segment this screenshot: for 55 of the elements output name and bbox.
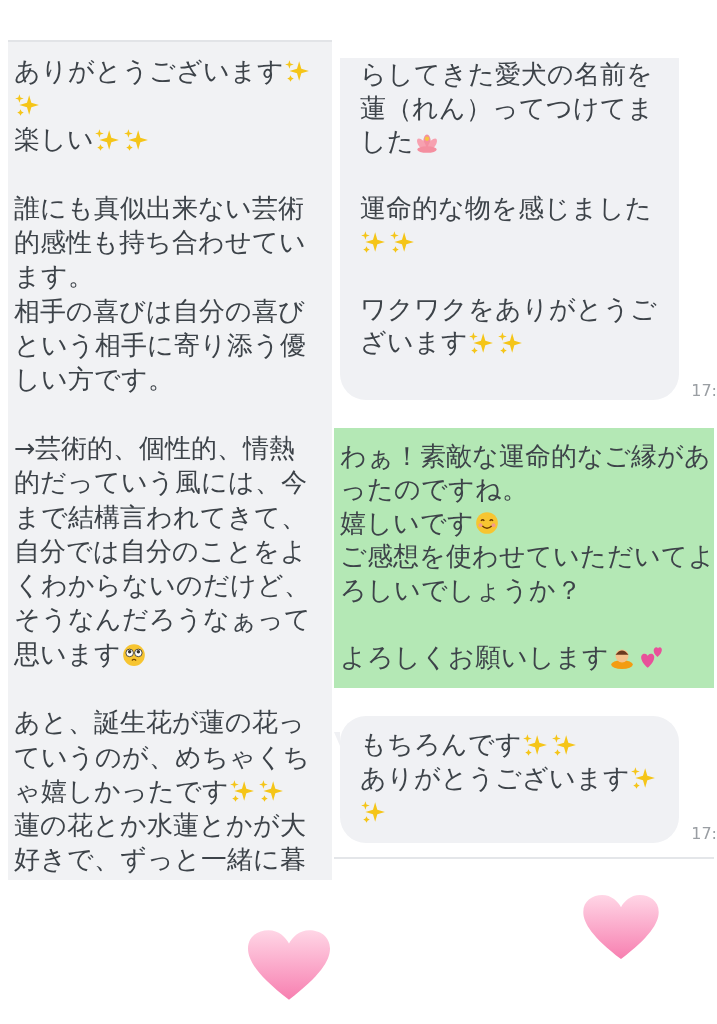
message-text: 思います [14,637,121,671]
message-text: ありがとうございます [360,761,630,795]
message-text: ゃ嬉しかったです [14,774,229,808]
two-hearts-icon [638,644,664,671]
message-text: 楽しい [14,123,94,157]
message-text: らしてきた愛犬の名前を [360,58,653,92]
message-text: ざいます [360,326,468,360]
message-text: そうなんだろうなぁって [14,603,311,637]
message-text: 的だっていう風には、今 [14,466,307,500]
message-text: ありがとうございます [14,54,284,88]
message-text: ます。 [14,260,94,294]
message-time: 17: [691,823,717,843]
sparkles-icon [389,229,415,256]
message-text: ていうのが、めちゃくち [14,740,310,774]
message-time: 17: [691,380,717,400]
message-text: ろしいでしょうか？ [340,573,582,607]
message-text: 運命的な物を感じました [360,192,652,226]
smiling-face-icon [474,510,500,537]
message-text: くわからないのだけど、 [14,569,310,603]
sparkles-icon [14,92,40,119]
message-text: →芸術的、個性的、情熱 [14,431,296,465]
message-text: もちろんです [360,728,522,762]
message-text: ご感想を使わせていただいてよ [340,540,715,574]
message-text: ったのですね。 [340,473,528,507]
message-text: 相手の喜びは自分の喜び [14,294,305,328]
message-text: しい方です。 [14,363,174,397]
message-text: という相手に寄り添う優 [14,329,306,363]
sparkles-icon [551,731,577,758]
sparkles-icon [258,778,284,805]
message-text: 嬉しいです [340,506,474,540]
sparkles-icon [123,126,149,153]
sparkles-icon [360,798,386,825]
heart-icon [248,930,330,1002]
message-text: わぁ！素敵な運命的なご縁があ [340,439,711,473]
sparkles-icon [522,731,548,758]
message-text: 的感性も持ち合わせてい [14,226,306,260]
message-text: 好きで、ずっと一緒に暮 [14,843,306,877]
message-text: 自分では自分のことをよ [14,534,307,568]
message-text: ワクワクをありがとうご [360,292,657,326]
message-text: 蓮（れん）ってつけてま [360,91,654,125]
message-text: した [360,125,414,159]
sparkles-icon [360,229,386,256]
message-text: まで結構言われてきて、 [14,500,307,534]
message-text: あと、誕生花が蓮の花っ [14,706,305,740]
sparkles-icon [229,778,255,805]
message-text: 蓮の花とか水蓮とかが大 [14,809,306,843]
sparkles-icon [497,329,523,356]
message-text: よろしくお願いします [340,640,609,674]
pleading-face-icon [121,641,147,668]
sparkles-icon [630,765,656,792]
sparkles-icon [284,58,310,85]
message-text: 誰にも真似出来ない芸術 [14,191,304,225]
heart-icon [583,895,659,961]
sparkles-icon [94,126,120,153]
sparkles-icon [468,329,494,356]
